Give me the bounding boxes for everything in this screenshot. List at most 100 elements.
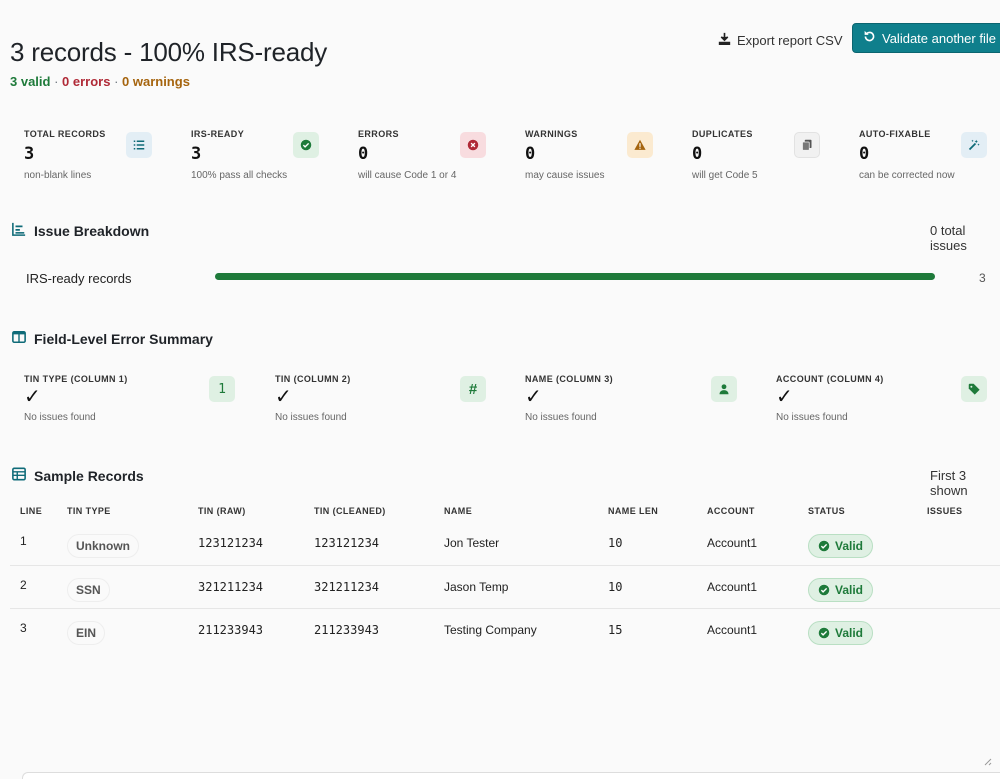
tin-raw-cell: 321211234 (198, 564, 314, 608)
sample-records-title: Sample Records (34, 467, 144, 484)
stat-total-records: Total Records 3 non-blank lines (24, 126, 174, 186)
name-cell: Jason Temp (444, 564, 608, 608)
stat-irs-ready: IRS-Ready 3 100% pass all checks (191, 126, 341, 186)
result-summary: 3 valid · 0 errors · 0 warnings (10, 74, 1000, 89)
hash-icon: # (460, 376, 486, 402)
table-row: 3 EIN 211233943 211233943 Testing Compan… (10, 607, 1000, 651)
column-header: Account (707, 506, 755, 516)
tin-cleaned-cell: 321211234 (314, 564, 444, 608)
account-cell: Account1 (707, 607, 808, 651)
status-badge: Valid (808, 620, 874, 645)
stat-sub: 100% pass all checks (191, 170, 288, 181)
field-status: No issues found (24, 412, 96, 423)
refresh-icon (863, 30, 876, 46)
check-circle-icon (818, 584, 830, 595)
validate-another-file-button[interactable]: Validate another file (852, 23, 1000, 53)
check-circle-icon (818, 541, 830, 552)
stat-auto-fixable: Auto-Fixable 0 can be corrected now (859, 126, 1000, 186)
breakdown-label: IRS-ready records (26, 271, 132, 286)
field-summary-row: TIN Type (column 1) ✓ No issues found 1 … (24, 372, 1000, 432)
field-summary-heading: Field-Level Error Summary (12, 330, 213, 347)
sample-count-note: First 3 shown (930, 468, 968, 498)
stat-sub: may cause issues (525, 170, 605, 181)
field-tin-type: TIN Type (column 1) ✓ No issues found 1 (24, 372, 264, 432)
breakdown-bar-track (215, 273, 935, 280)
status-label: Valid (835, 582, 864, 597)
name-length-cell: 15 (608, 607, 707, 651)
stat-duplicates: Duplicates 0 will get Code 5 (692, 126, 842, 186)
issue-breakdown-heading: Issue Breakdown (12, 222, 149, 239)
issue-breakdown-title: Issue Breakdown (34, 222, 150, 239)
check-circle-icon (293, 132, 319, 158)
summary-separator: · (50, 74, 63, 89)
breakdown-bar-fill (215, 273, 935, 280)
status-label: Valid (835, 539, 864, 554)
table-header-row: Line TIN Type TIN (raw) TIN (cleaned) Na… (10, 500, 1000, 522)
name-length-cell: 10 (608, 564, 707, 608)
copy-icon (794, 132, 820, 158)
total-issues: 0 total issues (930, 223, 967, 253)
resize-handle-icon[interactable] (982, 756, 992, 766)
tin-cleaned-cell: 123121234 (314, 536, 380, 551)
account-cell: Account1 (707, 564, 808, 608)
tin-raw-cell: 123121234 (198, 536, 264, 551)
export-report-button[interactable]: Export report CSV (718, 28, 843, 52)
tin-type-badge: EIN (67, 620, 106, 645)
errors-count: 0 errors (62, 74, 111, 89)
validate-another-file-label: Validate another file (882, 30, 996, 46)
field-summary-title: Field-Level Error Summary (34, 330, 213, 347)
account-cell: Account1 (707, 536, 758, 551)
person-icon (711, 376, 737, 402)
field-tin: TIN (column 2) ✓ No issues found # (275, 372, 515, 432)
field-status: No issues found (275, 412, 347, 423)
warning-icon (627, 132, 653, 158)
columns-icon (12, 330, 26, 347)
stat-sub: will cause Code 1 or 4 (358, 170, 457, 181)
column-header: Name Len (608, 506, 659, 516)
line-cell: 1 (20, 534, 27, 548)
status-badge: Valid (808, 577, 874, 602)
name-cell: Testing Company (444, 607, 608, 651)
summary-separator: · (110, 74, 123, 89)
bar-chart-icon (12, 222, 26, 239)
field-status: No issues found (776, 412, 848, 423)
column-header: Line (20, 506, 43, 516)
sample-records-table: Line TIN Type TIN (raw) TIN (cleaned) Na… (10, 500, 1000, 651)
sample-records-heading: Sample Records (12, 467, 144, 484)
bottom-panel-edge (22, 772, 1000, 779)
field-name: Name (column 3) ✓ No issues found (525, 372, 765, 432)
field-status: No issues found (525, 412, 597, 423)
download-icon (718, 32, 731, 48)
line-cell: 2 (10, 564, 67, 608)
stat-sub: can be corrected now (859, 170, 955, 181)
export-report-label: Export report CSV (737, 32, 843, 48)
list-icon (126, 132, 152, 158)
table-row: 1 Unknown 123121234 123121234 Jon Tester… (10, 522, 1000, 565)
stat-errors: Errors 0 will cause Code 1 or 4 (358, 126, 508, 186)
table-icon (12, 467, 26, 484)
tin-type-badge: Unknown (67, 534, 139, 559)
column-header: Status (808, 506, 846, 516)
column-header: Name (444, 506, 473, 516)
x-circle-icon (460, 132, 486, 158)
field-account: Account (column 4) ✓ No issues found (776, 372, 1000, 432)
line-cell: 3 (10, 607, 67, 651)
tin-type-badge: SSN (67, 577, 110, 602)
check-circle-icon (818, 627, 830, 638)
name-length-cell: 10 (608, 536, 623, 551)
stat-sub: non-blank lines (24, 170, 92, 181)
issues-cell (927, 522, 1000, 565)
issues-cell (927, 564, 1000, 608)
valid-count: 3 valid (10, 74, 51, 89)
stat-warnings: Warnings 0 may cause issues (525, 126, 675, 186)
tin-raw-cell: 211233943 (198, 607, 314, 651)
stat-sub: will get Code 5 (692, 170, 758, 181)
name-cell: Jon Tester (444, 536, 500, 551)
table-row: 2 SSN 321211234 321211234 Jason Temp 10 … (10, 564, 1000, 608)
issues-cell (927, 607, 1000, 651)
status-badge: Valid (808, 534, 874, 559)
column-header: TIN (cleaned) (314, 506, 386, 516)
status-label: Valid (835, 625, 864, 640)
tag-icon (961, 376, 987, 402)
number-one-icon: 1 (209, 376, 235, 402)
